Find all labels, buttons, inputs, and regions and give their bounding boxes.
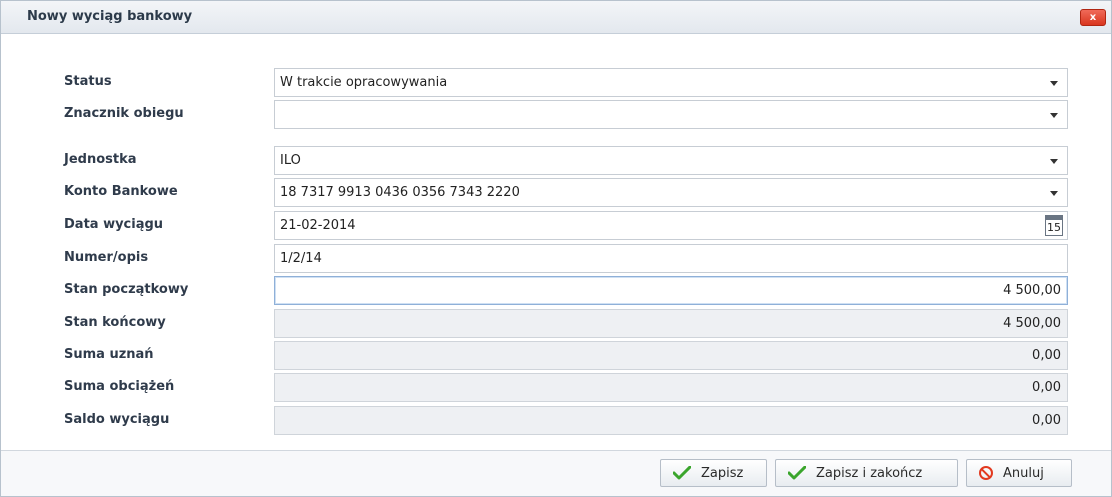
numer-label: Numer/opis — [64, 250, 149, 265]
stan-pocz-value: 4 500,00 — [1003, 283, 1061, 298]
konto-label: Konto Bankowe — [64, 184, 178, 199]
close-button[interactable]: x — [1080, 9, 1106, 26]
checkmark-icon — [788, 466, 806, 480]
calendar-icon[interactable]: 15 — [1045, 215, 1063, 236]
date-value: 21-02-2014 — [280, 218, 356, 233]
jednostka-select[interactable]: ILO — [274, 146, 1068, 175]
status-select[interactable]: W trakcie opracowywania — [274, 68, 1068, 97]
stan-konc-label: Stan końcowy — [64, 315, 166, 330]
suma-obc-value: 0,00 — [1032, 380, 1061, 395]
status-label: Status — [64, 74, 112, 89]
chevron-down-icon[interactable] — [1050, 113, 1058, 118]
konto-select[interactable]: 18 7317 9913 0436 0356 7343 2220 — [274, 178, 1068, 207]
chevron-down-icon[interactable] — [1050, 159, 1058, 164]
data-label: Data wyciągu — [64, 217, 164, 232]
row-stan-konc: Stan końcowy 4 500,00 — [1, 309, 1112, 339]
suma-obc-label: Suma obciążeń — [64, 379, 175, 394]
row-status: Status W trakcie opracowywania — [1, 68, 1112, 98]
saldo-field: 0,00 — [274, 406, 1068, 435]
stan-konc-field: 4 500,00 — [274, 309, 1068, 338]
calendar-day: 15 — [1047, 221, 1061, 234]
calendar-icon-header — [1046, 216, 1062, 220]
numer-input[interactable]: 1/2/14 — [274, 244, 1068, 273]
cancel-button-label: Anuluj — [1003, 465, 1044, 481]
suma-uznan-field: 0,00 — [274, 341, 1068, 370]
row-stan-pocz: Stan początkowy 4 500,00 — [1, 276, 1112, 306]
jednostka-label: Jednostka — [64, 152, 137, 167]
row-suma-obc: Suma obciążeń 0,00 — [1, 373, 1112, 403]
checkmark-icon — [673, 466, 691, 480]
numer-value: 1/2/14 — [280, 251, 322, 266]
row-saldo: Saldo wyciągu 0,00 — [1, 406, 1112, 436]
chevron-down-icon[interactable] — [1050, 191, 1058, 196]
suma-obc-field: 0,00 — [274, 373, 1068, 402]
stan-pocz-input[interactable]: 4 500,00 — [274, 276, 1068, 305]
row-jednostka: Jednostka ILO — [1, 146, 1112, 176]
suma-uznan-label: Suma uznań — [64, 347, 154, 362]
saldo-value: 0,00 — [1032, 413, 1061, 428]
dialog-title: Nowy wyciąg bankowy — [27, 9, 193, 24]
save-button-label: Zapisz — [701, 465, 744, 481]
stan-pocz-label: Stan początkowy — [64, 282, 189, 297]
save-button[interactable]: Zapisz — [660, 459, 767, 487]
row-konto: Konto Bankowe 18 7317 9913 0436 0356 734… — [1, 178, 1112, 208]
cancel-button[interactable]: Anuluj — [966, 459, 1072, 487]
konto-value: 18 7317 9913 0436 0356 7343 2220 — [280, 185, 520, 200]
close-icon: x — [1089, 11, 1097, 23]
chevron-down-icon[interactable] — [1050, 81, 1058, 86]
bank-statement-dialog: Nowy wyciąg bankowy x Status W trakcie o… — [0, 0, 1112, 497]
status-value: W trakcie opracowywania — [280, 75, 448, 90]
znacznik-label: Znacznik obiegu — [64, 106, 184, 121]
stan-konc-value: 4 500,00 — [1003, 316, 1061, 331]
row-numer: Numer/opis 1/2/14 — [1, 244, 1112, 274]
dialog-footer: Zapisz Zapisz i zakończ Anuluj — [1, 450, 1111, 496]
jednostka-value: ILO — [280, 153, 301, 168]
cancel-icon — [979, 466, 993, 480]
row-data: Data wyciągu 21-02-2014 15 — [1, 211, 1112, 241]
save-and-close-button-label: Zapisz i zakończ — [816, 465, 923, 481]
saldo-label: Saldo wyciągu — [64, 412, 170, 427]
dialog-titlebar: Nowy wyciąg bankowy x — [1, 1, 1111, 34]
suma-uznan-value: 0,00 — [1032, 348, 1061, 363]
date-field[interactable]: 21-02-2014 15 — [274, 211, 1068, 240]
save-and-close-button[interactable]: Zapisz i zakończ — [775, 459, 958, 487]
znacznik-select[interactable] — [274, 100, 1068, 129]
row-znacznik: Znacznik obiegu — [1, 100, 1112, 130]
row-suma-uznan: Suma uznań 0,00 — [1, 341, 1112, 371]
